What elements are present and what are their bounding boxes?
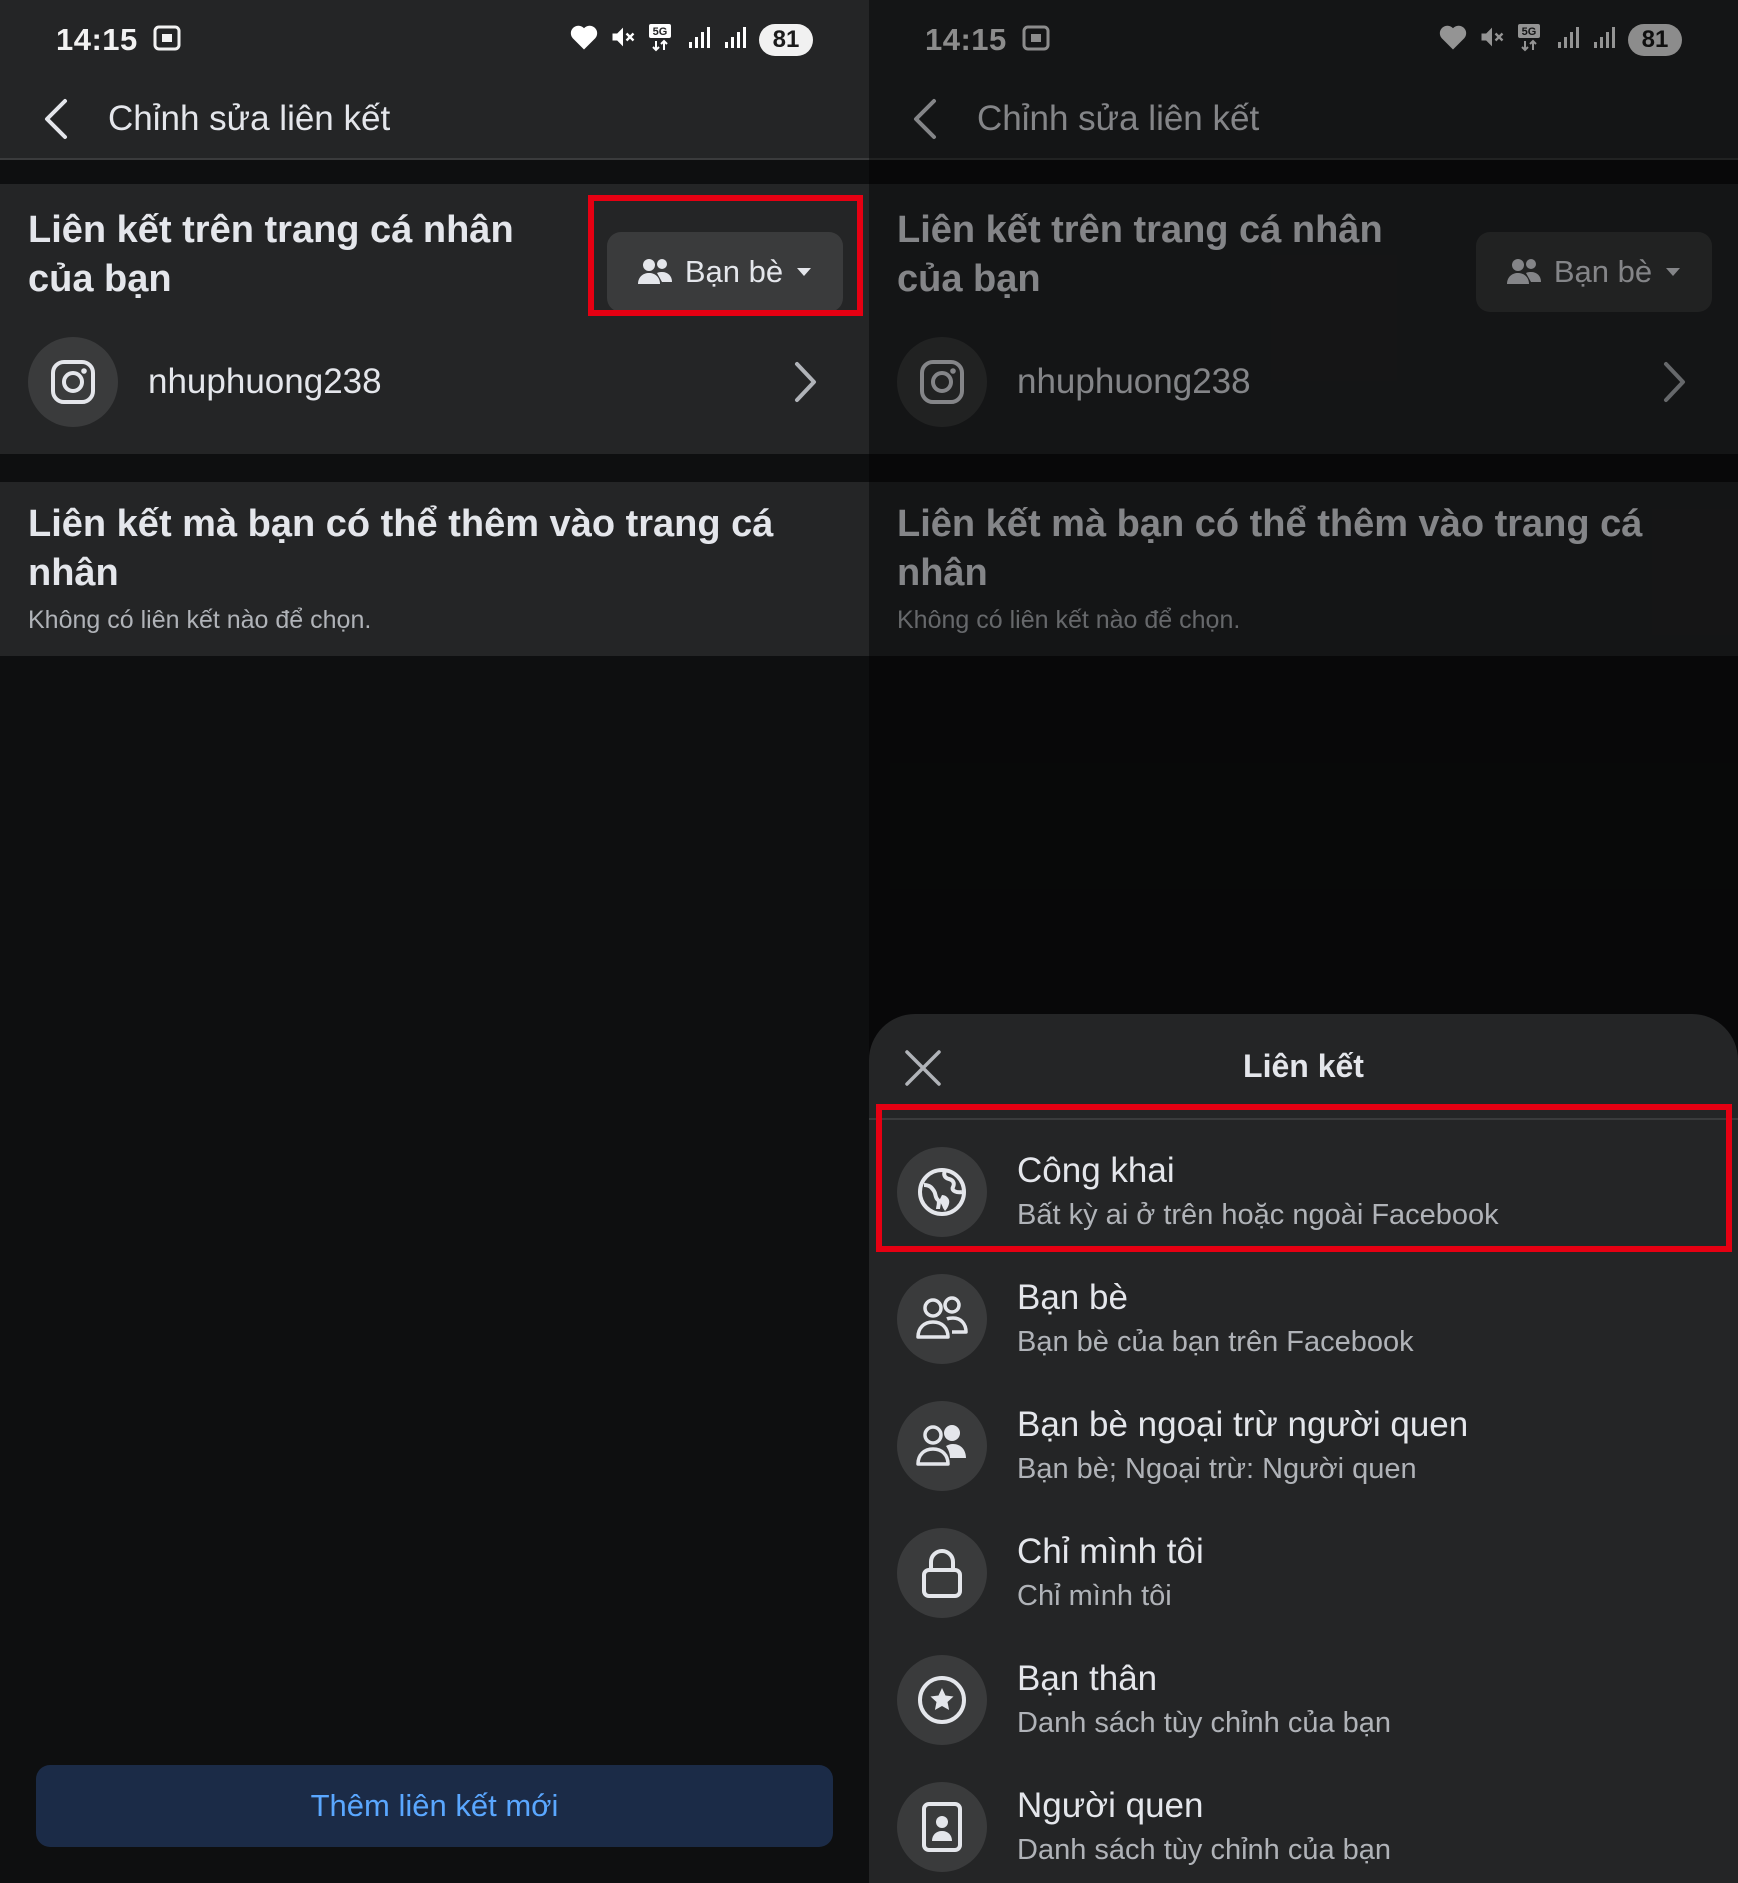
option-subtitle: Chỉ mình tôi [1017,1579,1172,1612]
network-5g-icon: 5G [1516,22,1546,57]
audience-label: Bạn bè [684,254,784,289]
link-name: nhuphuong238 [1017,362,1251,401]
sheet-title: Liên kết [1243,1047,1364,1084]
option-title: Người quen [1017,1785,1204,1825]
audience-bottom-sheet: Liên kết Công khai Bất kỳ ai ở trên hoặc… [869,1014,1738,1883]
close-button[interactable] [895,1040,951,1096]
mute-icon [1478,23,1506,56]
option-friends[interactable]: Bạn bè Bạn bè của bạn trên Facebook [869,1255,1738,1382]
signal-icon-1 [687,24,713,55]
add-new-link-button[interactable]: Thêm liên kết mới [36,1765,833,1847]
battery-indicator: 81 [1628,23,1682,56]
option-public[interactable]: Công khai Bất kỳ ai ở trên hoặc ngoài Fa… [869,1128,1738,1255]
audience-selector-button[interactable]: Bạn bè [607,232,843,312]
link-name: nhuphuong238 [148,362,382,401]
instagram-link-row[interactable]: nhuphuong238 [897,320,1710,444]
option-acquaintances[interactable]: Người quen Danh sách tùy chỉnh của bạn [869,1763,1738,1883]
option-subtitle: Bất kỳ ai ở trên hoặc ngoài Facebook [1017,1198,1499,1231]
left-screen: 14:15 5G 81 Chỉnh sửa liên kết Liên kết … [0,0,869,1883]
option-only-me[interactable]: Chỉ mình tôi Chỉ mình tôi [869,1509,1738,1636]
addable-links-section: Liên kết mà bạn có thể thêm vào trang cá… [869,482,1738,656]
option-title: Chỉ mình tôi [1017,1531,1204,1571]
friends-icon [637,259,672,284]
option-close-friends[interactable]: Bạn thân Danh sách tùy chỉnh của bạn [869,1636,1738,1763]
screenshot-icon [1021,24,1051,57]
option-title: Bạn bè [1017,1277,1128,1317]
page-title: Chỉnh sửa liên kết [108,99,391,138]
back-button[interactable] [26,89,86,149]
option-friends-except[interactable]: Bạn bè ngoại trừ người quen Bạn bè; Ngoạ… [869,1382,1738,1509]
signal-icon-2 [723,24,749,55]
option-subtitle: Bạn bè; Ngoại trừ: Người quen [1017,1452,1417,1485]
status-icons: 5G 81 [569,22,813,57]
chevron-right-icon [1654,360,1694,404]
network-5g-icon: 5G [647,22,677,57]
audience-selector-button[interactable]: Bạn bè [1476,232,1712,312]
globe-icon [897,1146,987,1237]
svg-text:5G: 5G [653,26,668,38]
page-title: Chỉnh sửa liên kết [977,99,1260,138]
profile-links-title: Liên kết trên trang cá nhân của bạn [897,209,1383,300]
app-bar: Chỉnh sửa liên kết [0,80,869,160]
sheet-header: Liên kết [869,1014,1738,1120]
lock-icon [897,1527,987,1618]
chevron-left-icon [45,99,67,139]
signal-icon-1 [1556,24,1582,55]
option-subtitle: Bạn bè của bạn trên Facebook [1017,1325,1414,1358]
heart-icon [569,23,599,56]
screenshot-icon [152,24,182,57]
chevron-right-icon [785,360,825,404]
option-subtitle: Danh sách tùy chỉnh của bạn [1017,1833,1392,1866]
addable-links-empty-text: Không có liên kết nào để chọn. [897,606,1241,634]
option-title: Công khai [1017,1150,1175,1190]
caret-down-icon [797,268,812,276]
instagram-icon [897,337,987,427]
heart-icon [1438,23,1468,56]
battery-indicator: 81 [759,23,813,56]
star-icon [897,1654,987,1745]
status-time: 14:15 [56,22,138,57]
profile-links-section: Liên kết trên trang cá nhân của bạn Bạn … [0,184,869,454]
option-title: Bạn bè ngoại trừ người quen [1017,1404,1469,1444]
audience-label: Bạn bè [1553,254,1653,289]
close-icon [905,1050,941,1086]
addable-links-empty-text: Không có liên kết nào để chọn. [28,606,372,634]
option-subtitle: Danh sách tùy chỉnh của bạn [1017,1706,1392,1739]
profile-links-section: Liên kết trên trang cá nhân của bạn Bạn … [869,184,1738,454]
mute-icon [609,23,637,56]
status-icons: 5G 81 [1438,22,1682,57]
svg-text:5G: 5G [1522,26,1537,38]
friends-except-icon [897,1400,987,1491]
signal-icon-2 [1592,24,1618,55]
friends-icon [1506,259,1541,284]
back-button[interactable] [895,89,955,149]
status-bar: 14:15 5G 81 [0,0,869,80]
friends-icon [897,1273,987,1364]
acquaintance-icon [897,1781,987,1872]
app-bar: Chỉnh sửa liên kết [869,80,1738,160]
instagram-link-row[interactable]: nhuphuong238 [28,320,841,444]
caret-down-icon [1666,268,1681,276]
addable-links-section: Liên kết mà bạn có thể thêm vào trang cá… [0,482,869,656]
chevron-left-icon [914,99,936,139]
option-title: Bạn thân [1017,1658,1158,1698]
addable-links-title: Liên kết mà bạn có thể thêm vào trang cá… [897,503,1643,594]
status-time: 14:15 [925,22,1007,57]
instagram-icon [28,337,118,427]
status-bar: 14:15 5G 81 [869,0,1738,80]
right-screen: 14:15 5G 81 Chỉnh sửa liên kết Liên kết … [869,0,1738,1883]
profile-links-title: Liên kết trên trang cá nhân của bạn [28,209,514,300]
addable-links-title: Liên kết mà bạn có thể thêm vào trang cá… [28,503,774,594]
